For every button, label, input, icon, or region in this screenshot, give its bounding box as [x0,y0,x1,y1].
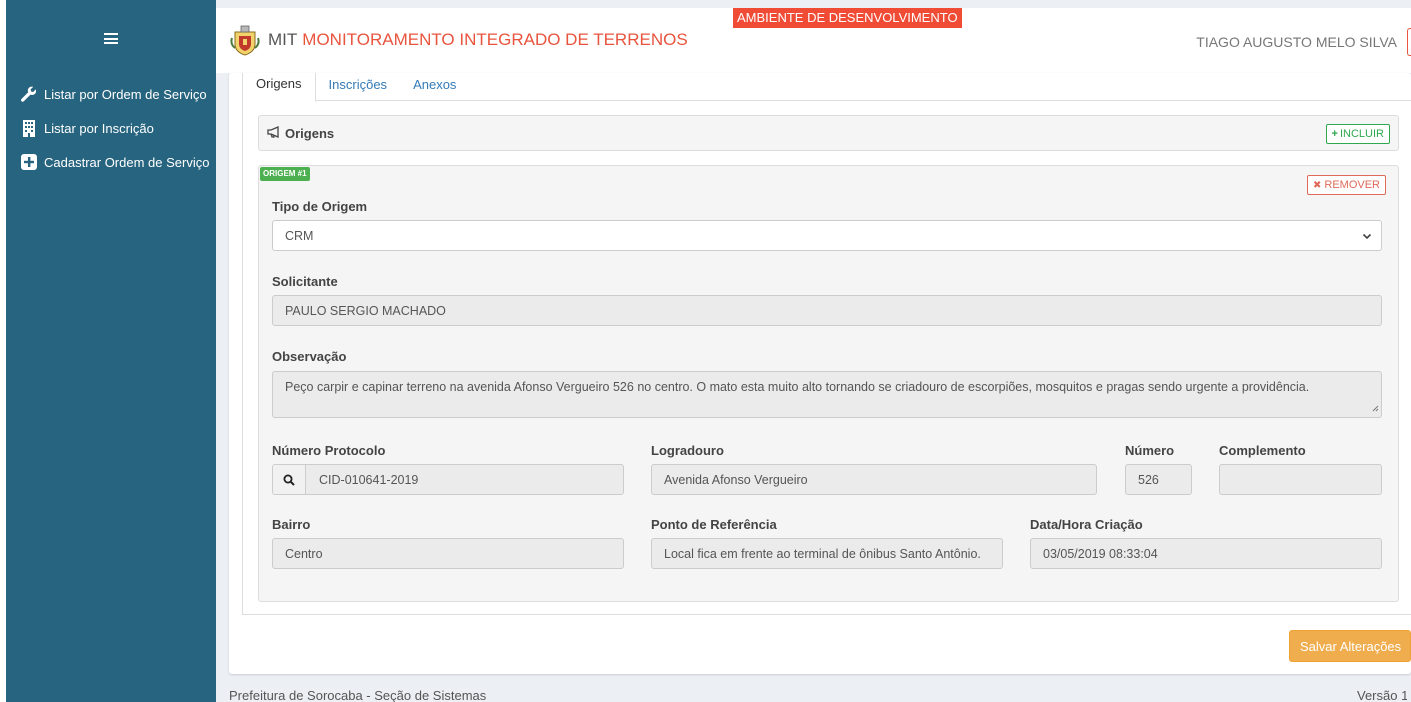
search-icon[interactable] [273,465,306,494]
building-icon [20,119,37,137]
origens-panel-header: Origens + INCLUIR [258,115,1399,151]
referencia-field[interactable]: Local fica em frente ao terminal de ônib… [651,538,1003,569]
observacao-value: Peço carpir e capinar terreno na avenida… [285,380,1310,394]
solicitante-field[interactable]: PAULO SERGIO MACHADO [272,295,1382,326]
environment-banner: AMBIENTE DE DESENVOLVIMENTO [733,8,962,28]
referencia-label: Ponto de Referência [651,517,777,532]
bairro-field[interactable]: Centro [272,538,624,569]
sidebar-item-listar-inscricao[interactable]: Listar por Inscrição [6,111,216,145]
criacao-label: Data/Hora Criação [1030,517,1143,532]
tipo-origem-value: CRM [285,228,314,243]
chevron-down-icon [1362,230,1372,244]
tab-origens[interactable]: Origens [242,73,316,102]
observacao-label: Observação [272,349,347,364]
protocolo-label: Número Protocolo [272,443,386,458]
resize-handle-icon[interactable] [1372,401,1379,415]
origem-card: ORIGEM #1 ✖ REMOVER Tipo de Origem CRM S… [258,165,1399,602]
bullhorn-icon [267,125,281,141]
app-title: MONITORAMENTO INTEGRADO DE TERRENOS [302,30,688,49]
sidebar-item-cadastrar-ordem[interactable]: Cadastrar Ordem de Serviço [6,145,216,179]
city-crest-logo [230,24,260,56]
tab-pane-origens: Origens + INCLUIR ORIGEM #1 ✖ REMOVER Ti… [242,101,1411,615]
app-acronym: MIT [268,30,298,49]
complemento-field[interactable] [1219,464,1382,495]
tab-anexos[interactable]: Anexos [400,73,469,101]
solicitante-label: Solicitante [272,274,338,289]
protocolo-input-group[interactable]: CID-010641-2019 [272,464,624,495]
logradouro-field[interactable]: Avenida Afonso Vergueiro [651,464,1097,495]
sidebar-item-listar-ordem[interactable]: Listar por Ordem de Serviço [6,77,216,111]
sidebar-header [6,0,216,77]
complemento-label: Complemento [1219,443,1306,458]
logradouro-label: Logradouro [651,443,724,458]
bairro-label: Bairro [272,517,311,532]
footer-organization: Prefeitura de Sorocaba - Seção de Sistem… [229,688,487,702]
app-brand[interactable]: MIT MONITORAMENTO INTEGRADO DE TERRENOS [230,24,688,56]
footer-version: Versão 1. [1357,688,1407,702]
tipo-origem-label: Tipo de Origem [272,199,368,214]
wrench-icon [20,86,37,103]
main-content: Origens Inscrições Anexos Origens + INCL… [229,73,1411,674]
plus-square-icon [20,154,37,171]
criacao-field[interactable]: 03/05/2019 08:33:04 [1030,538,1382,569]
tab-bar: Origens Inscrições Anexos [242,73,1411,102]
sidebar-item-label: Cadastrar Ordem de Serviço [44,154,210,170]
tipo-origem-select[interactable]: CRM [272,220,1382,251]
sidebar: Listar por Ordem de Serviço Listar por I… [0,0,216,702]
add-origem-label: INCLUIR [1339,128,1384,140]
top-header: AMBIENTE DE DESENVOLVIMENTO MIT MONITORA… [216,8,1411,73]
add-origem-button[interactable]: + INCLUIR [1325,124,1390,144]
sidebar-item-label: Listar por Inscrição [44,120,154,136]
numero-field[interactable]: 526 [1125,464,1192,495]
sidebar-item-label: Listar por Ordem de Serviço [44,86,207,102]
origens-panel-title: Origens [285,125,335,141]
protocolo-value: CID-010641-2019 [319,472,419,487]
logout-button[interactable] [1407,28,1411,56]
remove-origem-label: REMOVER [1324,179,1380,191]
observacao-textarea[interactable]: Peço carpir e capinar terreno na avenida… [272,371,1382,418]
close-icon: ✖ [1312,179,1322,191]
save-button[interactable]: Salvar Alterações [1289,630,1411,662]
remove-origem-button[interactable]: ✖ REMOVER [1306,175,1386,195]
user-name[interactable]: TIAGO AUGUSTO MELO SILVA [1196,34,1397,50]
plus-icon: + [1331,128,1338,140]
origem-badge: ORIGEM #1 [260,167,310,181]
numero-label: Número [1125,443,1175,458]
tab-inscricoes[interactable]: Inscrições [316,73,401,101]
menu-toggle-icon[interactable] [104,33,118,44]
